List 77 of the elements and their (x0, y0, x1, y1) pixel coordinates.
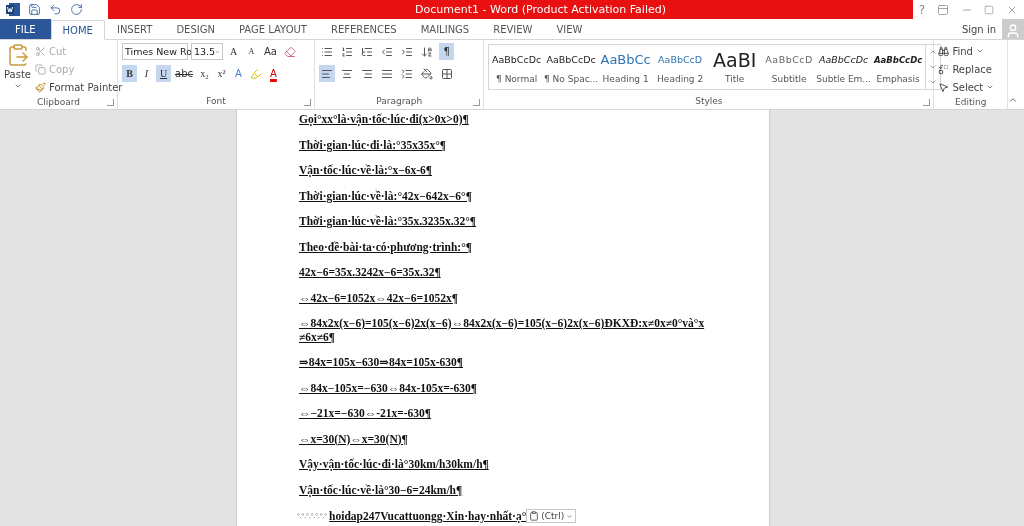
shrink-font-button[interactable]: A (244, 43, 259, 60)
format-toggle[interactable]: U (156, 65, 171, 82)
ribbon-tab[interactable]: HOME (50, 20, 105, 40)
style-item[interactable]: AaBbCcD Subtitle (761, 45, 817, 89)
word-logo-icon[interactable] (6, 3, 20, 16)
paste-options-button[interactable]: (Ctrl) (526, 509, 577, 523)
help-button[interactable]: ? (918, 2, 926, 17)
dialog-launcher-icon[interactable] (304, 99, 312, 106)
paintbrush-icon (35, 81, 46, 93)
paste-button[interactable]: Paste (4, 43, 31, 95)
format-toggle[interactable]: B (122, 65, 137, 82)
paragraph-text: ⇔84x−105x=−630⇔84x-105x=-630¶ (299, 381, 479, 395)
caret-icon (975, 47, 984, 55)
redo-icon[interactable] (70, 3, 83, 16)
caret-icon (566, 512, 574, 520)
style-item[interactable]: AaBbCcDc ¶ Normal (489, 45, 544, 89)
clipboard-icon (529, 511, 540, 521)
group-label: Paragraph (376, 95, 423, 108)
text-effects-button[interactable]: A (231, 65, 246, 82)
undo-icon[interactable] (49, 3, 62, 16)
pointer-icon (938, 81, 950, 93)
show-marks-button[interactable]: ¶ (439, 43, 455, 60)
scissors-icon (35, 45, 46, 57)
format-toggle[interactable]: x² (214, 65, 229, 82)
scroll-down-icon[interactable] (929, 63, 938, 71)
window-title: Document1 - Word (Product Activation Failed) (413, 3, 667, 16)
dialog-launcher-icon[interactable] (473, 99, 481, 106)
group-label: Editing (955, 96, 987, 109)
paragraph-text: Vậy·vận·tốc·lúc·đi·là°30km/h30km/h¶ (299, 458, 490, 472)
caret-icon (986, 83, 995, 91)
paragraph-text: Vận·tốc·lúc·về·là°30−6=24km/h¶ (299, 483, 464, 497)
dialog-launcher-icon[interactable] (107, 99, 114, 106)
binoculars-icon (938, 45, 950, 57)
group-label: Clipboard (37, 96, 80, 109)
paragraph-text: 42x−6=35x.3242x−6=35x.32¶ (299, 266, 442, 280)
format-painter-button[interactable]: Format Painter (35, 79, 123, 95)
replace-button[interactable]: Replace (938, 61, 995, 77)
sign-in-link[interactable]: Sign in (961, 23, 996, 35)
paragraph-text: Thời·gian·lúc·về·là:°42x−642x−6°¶ (299, 189, 473, 203)
style-item[interactable]: AaBbCcDc Emphasis (870, 45, 926, 89)
save-icon[interactable] (28, 3, 41, 16)
paragraph-text: Gọi°xx°là·vận·tốc·lúc·đi(x>0x>0)¶ (299, 113, 470, 127)
paragraph-text: ⇔84x2x(x−6)=105(x−6)2x(x−6)⇔84x2x(x−6)=105(x−6)2x(x−6)ĐKXĐ:x≠0x≠0°và°x ≠6x≠6¶ (299, 317, 706, 344)
paragraph-text: Theo·đề·bài·ta·có·phương·trình:°¶ (299, 240, 473, 254)
paragraph-text: ⇔x=30(N)⇔x=30(N)¶ (299, 432, 409, 446)
paragraph-text: Thời·gian·lúc·về·là:°35x.3235x.32°¶ (299, 215, 478, 229)
style-item[interactable]: AaBbCcDc Subtle Em... (816, 45, 871, 89)
replace-icon (938, 63, 950, 75)
align-left-icon[interactable] (319, 65, 336, 82)
style-item[interactable]: AaBbCcDc ¶ No Spac... (543, 45, 599, 89)
collapse-ribbon-icon[interactable] (1008, 95, 1018, 105)
paragraph-text: hoidap247Vucattuongg·Xin·hay·nhất·ạ° (329, 510, 527, 522)
dialog-launcher-icon[interactable] (923, 99, 931, 106)
shading-icon[interactable] (419, 65, 436, 82)
paragraph-text: ⇔42x−6=1052x⇔42x−6=1052x¶ (299, 291, 459, 305)
format-toggle[interactable]: abc (173, 65, 195, 82)
style-item[interactable]: AaBbCcD Heading 2 (652, 45, 708, 89)
group-label: Styles (695, 95, 723, 108)
ribbon-display-icon[interactable] (936, 3, 949, 16)
style-item[interactable]: AaBI Title (707, 45, 762, 89)
caret-icon (13, 82, 22, 90)
paragraph-text: ⇒84x=105x−630⇒84x=105x-630¶ (299, 356, 464, 370)
select-button[interactable]: Select (938, 79, 995, 95)
style-item[interactable]: AaBbCc Heading 1 (598, 45, 653, 89)
format-toggle[interactable]: I (139, 65, 154, 82)
paragraph-text: ⇔−21x=−630⇔-21x=-630¶ (299, 407, 433, 421)
paragraph-text: Thời·gian·lúc·đi·là:°35x35x°¶ (299, 138, 448, 152)
group-label: Font (206, 95, 226, 108)
grow-font-button[interactable]: A (226, 43, 241, 60)
font-size-field[interactable]: 13.5 (191, 43, 223, 60)
copy-icon (35, 63, 46, 75)
font-color-button[interactable]: A (266, 65, 281, 82)
change-case-button[interactable]: Aa (262, 43, 279, 60)
paragraph-text: Vận·tốc·lúc·về·là:°x−6x-6¶ (299, 164, 433, 178)
file-tab[interactable]: FILE (0, 19, 51, 39)
format-toggle[interactable]: x₂ (197, 65, 212, 82)
find-button[interactable]: Find (938, 43, 995, 59)
